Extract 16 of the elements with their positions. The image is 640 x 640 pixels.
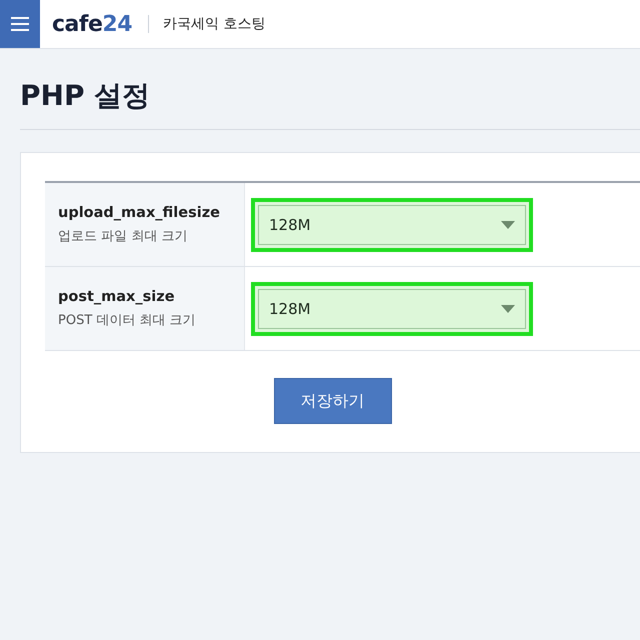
- dropdown-value: 128M: [269, 300, 311, 318]
- size-dropdown[interactable]: 128M: [251, 282, 533, 336]
- page-title: PHP 설정: [20, 78, 152, 114]
- setting-description: POST 데이터 최대 크기: [58, 312, 197, 328]
- save-button[interactable]: 저장하기: [274, 378, 392, 424]
- caret-icon: [501, 220, 515, 228]
- service-name: 카국세익 호스팅: [163, 15, 266, 33]
- setting-description: 업로드 파일 최대 크기: [58, 228, 188, 244]
- caret-icon: [501, 304, 515, 312]
- setting-name: post_max_size: [58, 288, 176, 304]
- menu-icon: [11, 17, 29, 31]
- menu-button[interactable]: [0, 0, 40, 48]
- size-dropdown[interactable]: 128M: [251, 198, 533, 252]
- logo[interactable]: cafe24: [52, 12, 132, 36]
- dropdown-value: 128M: [269, 216, 311, 234]
- setting-name: upload_max_filesize: [58, 204, 221, 220]
